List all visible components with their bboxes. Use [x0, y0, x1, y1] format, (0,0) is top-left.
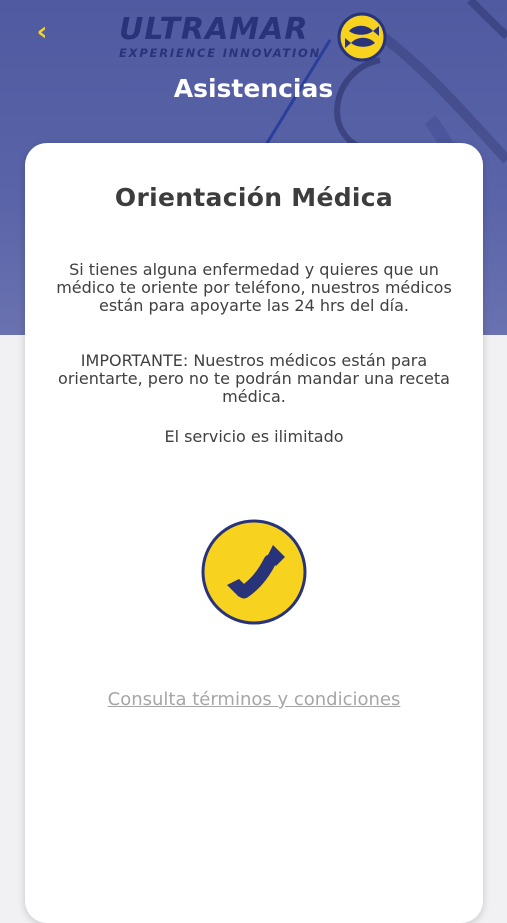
service-note: El servicio es ilimitado — [164, 427, 344, 446]
service-description: Si tienes alguna enfermedad y quieres qu… — [56, 260, 452, 315]
important-notice: IMPORTANTE: Nuestros médicos están para … — [58, 351, 450, 406]
ultramar-logo: ULTRAMAR EXPERIENCE INNOVATION — [115, 8, 390, 64]
card-title: Orientación Médica — [114, 183, 394, 212]
terms-link[interactable]: Consulta términos y condiciones — [25, 689, 483, 710]
call-button[interactable] — [201, 519, 307, 625]
page-title: Asistencias — [173, 74, 334, 103]
logo-tagline: EXPERIENCE INNOVATION — [119, 46, 322, 60]
fish-badge-icon — [337, 12, 387, 62]
service-card: Orientación Médica Si tienes alguna enfe… — [25, 143, 483, 923]
logo-wordmark: ULTRAMAR — [119, 12, 309, 47]
back-button[interactable]: ‹ — [28, 18, 56, 46]
chevron-left-icon: ‹ — [36, 17, 48, 47]
phone-icon — [201, 519, 307, 625]
